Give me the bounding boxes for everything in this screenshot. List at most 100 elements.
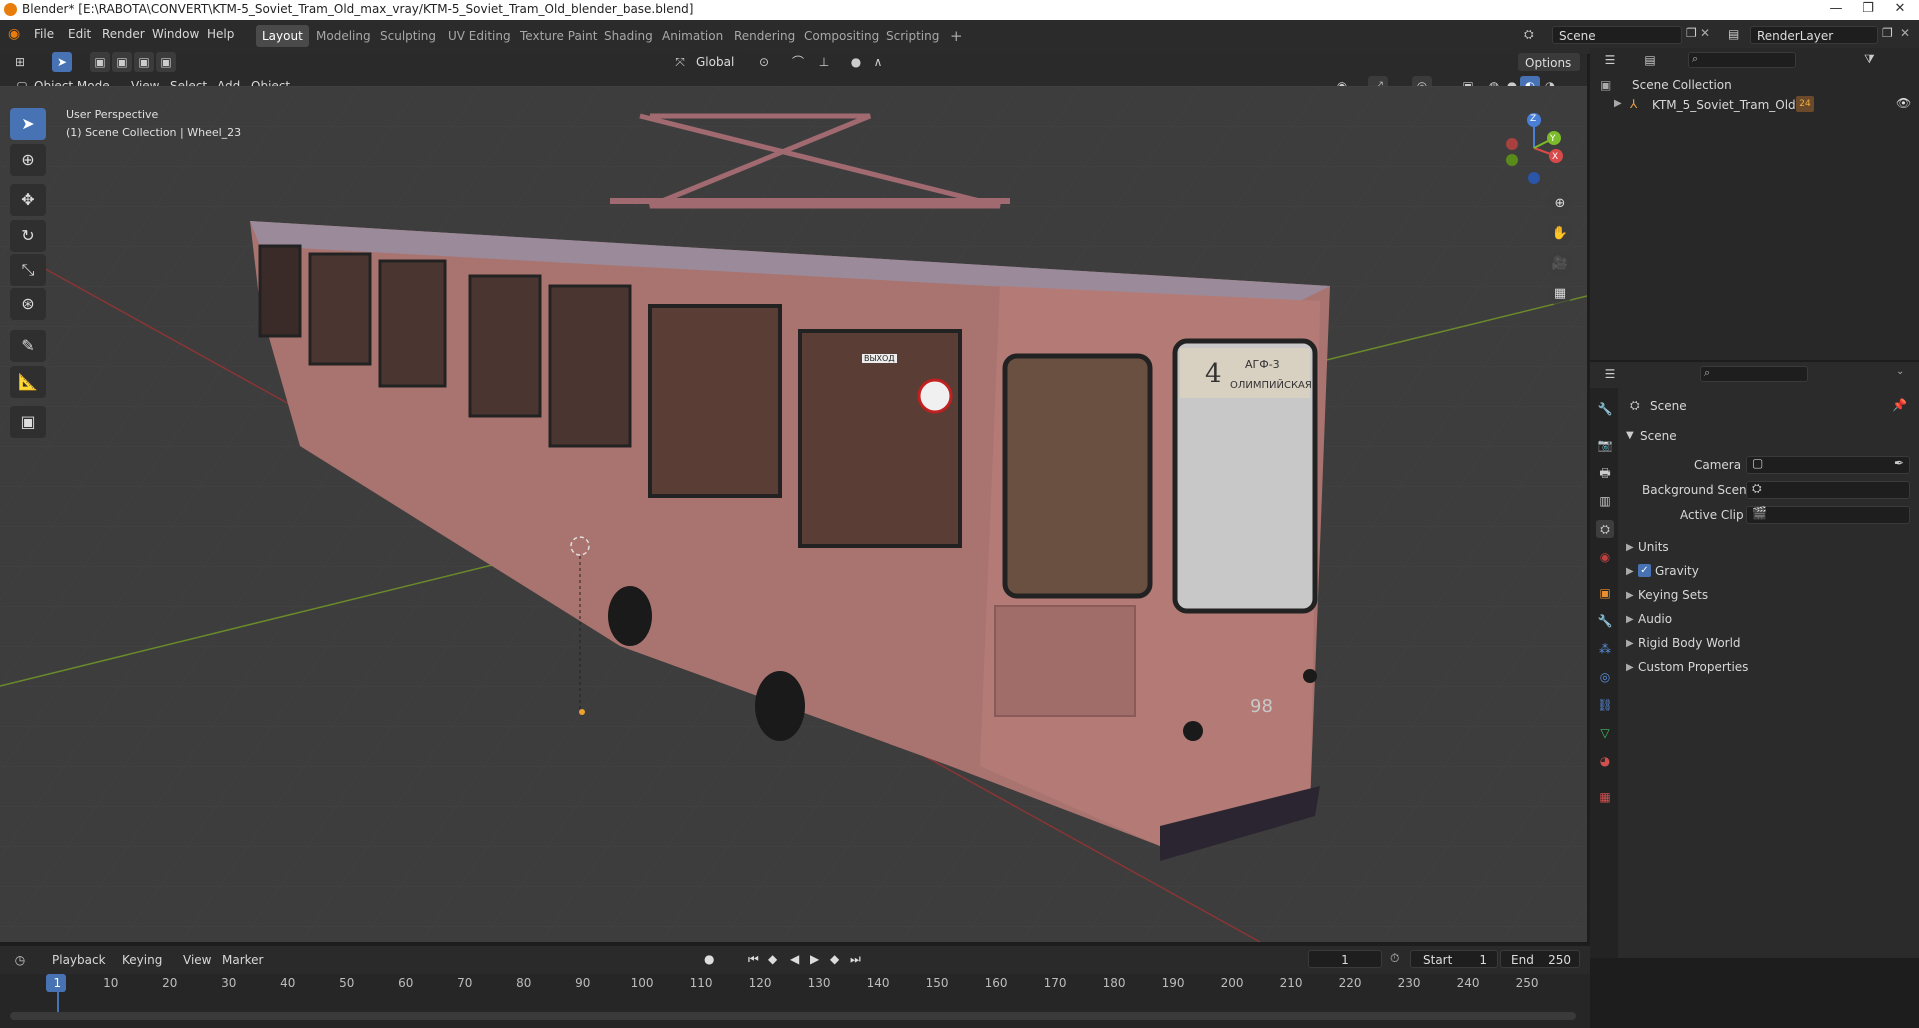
scene-tab-icon[interactable]: ⛭	[1596, 520, 1614, 538]
blender-menu-icon[interactable]: ◉	[8, 26, 20, 42]
select-mode-icon[interactable]: ➤	[52, 52, 72, 72]
tab-scripting[interactable]: Scripting	[880, 25, 945, 47]
camera-view-icon[interactable]: 🎥	[1548, 252, 1572, 276]
clock-icon[interactable]: ⏱	[1390, 951, 1399, 966]
constraints-tab-icon[interactable]: ⛓	[1596, 696, 1614, 714]
world-tab-icon[interactable]: ◉	[1596, 548, 1614, 566]
zoom-icon[interactable]: ⊕	[1548, 192, 1572, 216]
render-tab-icon[interactable]: 📷	[1596, 436, 1614, 454]
menu-file[interactable]: File	[34, 27, 54, 41]
output-tab-icon[interactable]: 🖶	[1596, 464, 1614, 482]
gravity-expand-icon[interactable]: ▶	[1626, 566, 1634, 577]
tab-texture-paint[interactable]: Texture Paint	[514, 25, 603, 47]
section-expand-icon[interactable]: ▼	[1626, 430, 1634, 441]
remove-scene-icon[interactable]: ✕	[1700, 26, 1710, 40]
timeline-editor-icon[interactable]: ◷	[10, 950, 30, 970]
editor-type-icon[interactable]: ⊞	[10, 52, 30, 72]
audio-section[interactable]: Audio	[1638, 612, 1672, 626]
keying-sets-section[interactable]: Keying Sets	[1638, 588, 1708, 602]
3d-viewport[interactable]: 4 АГФ-3 ОЛИМПИЙСКАЯ 98 ВЫХОД User Perspe…	[0, 86, 1587, 942]
jump-end-icon[interactable]: ⏭	[850, 952, 861, 967]
active-clip-field[interactable]	[1746, 506, 1910, 524]
object-tab-icon[interactable]: ▣	[1596, 584, 1614, 602]
keying-sets-expand-icon[interactable]: ▶	[1626, 590, 1634, 601]
audio-expand-icon[interactable]: ▶	[1626, 614, 1634, 625]
jump-start-icon[interactable]: ⏮	[748, 952, 759, 967]
select-intersect-icon[interactable]: ▣	[156, 52, 176, 72]
eyedropper-icon[interactable]: ✒	[1894, 456, 1904, 470]
units-section[interactable]: Units	[1638, 540, 1669, 554]
outliner-search-input[interactable]	[1688, 52, 1796, 68]
annotate-tool[interactable]: ✎	[10, 330, 46, 362]
properties-search-input[interactable]	[1700, 366, 1808, 382]
camera-field[interactable]	[1746, 456, 1910, 474]
tab-modeling[interactable]: Modeling	[310, 25, 377, 47]
snap-target-icon[interactable]: ⊥	[814, 52, 834, 72]
tab-sculpting[interactable]: Sculpting	[374, 25, 442, 47]
menu-playback[interactable]: Playback	[52, 950, 106, 970]
scale-tool[interactable]: ⤡	[10, 254, 46, 286]
falloff-icon[interactable]: ∧	[868, 52, 888, 72]
start-frame-field[interactable]: Start 1	[1410, 950, 1498, 968]
pin-icon[interactable]: 📌	[1892, 398, 1907, 412]
physics-tab-icon[interactable]: ◎	[1596, 668, 1614, 686]
remove-layer-icon[interactable]: ✕	[1900, 26, 1910, 40]
menu-timeline-view[interactable]: View	[183, 950, 211, 970]
texture-tab-icon[interactable]: ▦	[1596, 788, 1614, 806]
rigid-body-expand-icon[interactable]: ▶	[1626, 638, 1634, 649]
menu-marker[interactable]: Marker	[222, 950, 263, 970]
scene-selector-icon[interactable]: ⛭	[1524, 27, 1534, 42]
pan-hand-icon[interactable]: ✋	[1548, 222, 1572, 246]
tab-rendering[interactable]: Rendering	[728, 25, 801, 47]
maximize-button[interactable]: ❐	[1850, 1, 1886, 19]
tool-tab-icon[interactable]: 🔧	[1596, 400, 1614, 418]
pivot-point-icon[interactable]: ⊙	[754, 52, 774, 72]
menu-help[interactable]: Help	[207, 27, 234, 41]
material-tab-icon[interactable]: ◕	[1596, 752, 1614, 770]
properties-editor-icon[interactable]: ☰	[1600, 364, 1620, 384]
measure-tool[interactable]: 📐	[10, 366, 46, 398]
scene-collection-label[interactable]: Scene Collection	[1632, 78, 1732, 92]
menu-keying[interactable]: Keying	[122, 950, 162, 970]
tab-uv-editing[interactable]: UV Editing	[442, 25, 517, 47]
modifier-tab-icon[interactable]: 🔧	[1596, 612, 1614, 630]
particles-tab-icon[interactable]: ⁂	[1596, 640, 1614, 658]
add-cube-tool[interactable]: ▣	[10, 406, 46, 438]
rotate-tool[interactable]: ↻	[10, 220, 46, 252]
tab-compositing[interactable]: Compositing	[798, 25, 885, 47]
transform-tool[interactable]: ⊛	[10, 288, 46, 320]
outliner-item-tram[interactable]: KTM_5_Soviet_Tram_Old	[1652, 98, 1796, 112]
scene-section-title[interactable]: Scene	[1640, 429, 1677, 443]
add-workspace-button[interactable]: +	[944, 25, 969, 47]
cursor-tool[interactable]: ⊕	[10, 144, 46, 176]
scene-field[interactable]: Scene	[1552, 26, 1682, 44]
props-options-icon[interactable]: ⌄	[1896, 366, 1904, 377]
gravity-section[interactable]: Gravity	[1655, 564, 1699, 578]
end-frame-field[interactable]: End 250	[1500, 950, 1580, 968]
close-button[interactable]: ✕	[1882, 1, 1918, 19]
timeline-scrollbar[interactable]	[10, 1012, 1576, 1020]
snap-icon[interactable]: ⌒	[788, 52, 808, 72]
move-tool[interactable]: ✥	[10, 184, 46, 216]
select-box-tool[interactable]: ➤	[10, 108, 46, 140]
tab-layout[interactable]: Layout	[256, 25, 309, 47]
eye-visibility-icon[interactable]: 👁	[1896, 96, 1911, 110]
display-mode-icon[interactable]: ▤	[1640, 50, 1660, 70]
data-tab-icon[interactable]: ▽	[1596, 724, 1614, 742]
view-layer-icon[interactable]: ▤	[1728, 27, 1739, 41]
current-frame-field[interactable]: 1	[1308, 950, 1382, 968]
ortho-grid-icon[interactable]: ▦	[1548, 282, 1572, 306]
custom-properties-section[interactable]: Custom Properties	[1638, 660, 1748, 674]
renderlayer-field[interactable]: RenderLayer	[1750, 26, 1878, 44]
menu-edit[interactable]: Edit	[68, 27, 91, 41]
custom-props-expand-icon[interactable]: ▶	[1626, 662, 1634, 673]
tab-shading[interactable]: Shading	[598, 25, 659, 47]
menu-render[interactable]: Render	[102, 27, 145, 41]
proportional-edit-icon[interactable]: ●	[846, 52, 866, 72]
background-scene-field[interactable]	[1746, 481, 1910, 499]
next-keyframe-icon[interactable]: ◆	[830, 952, 839, 966]
transform-orientation-dropdown[interactable]: Global	[690, 53, 746, 71]
view-layer-tab-icon[interactable]: ▥	[1596, 492, 1614, 510]
rigid-body-world-section[interactable]: Rigid Body World	[1638, 636, 1741, 650]
minimize-button[interactable]: —	[1818, 1, 1854, 19]
